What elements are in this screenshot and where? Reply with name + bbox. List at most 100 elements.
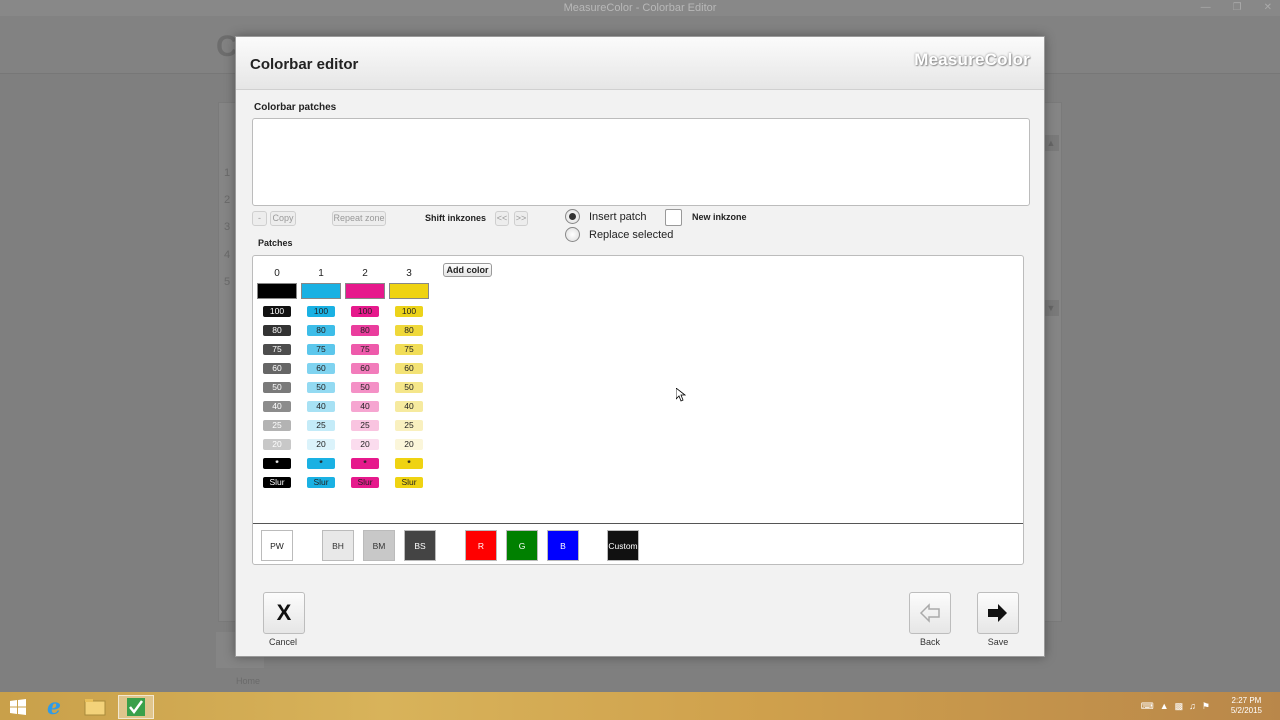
tint-patch-button[interactable]: 50 [307,382,335,393]
swatch-button-bh[interactable]: BH [322,530,354,561]
tint-patch-button[interactable]: 20 [395,439,423,450]
tint-patch-button[interactable]: 80 [307,325,335,336]
tint-patch-button[interactable]: 75 [351,344,379,355]
measurecolor-taskbar-button[interactable] [118,695,154,719]
color-header-swatch[interactable] [301,283,341,299]
star-patch-button[interactable]: * [263,458,291,469]
star-patch-button[interactable]: * [351,458,379,469]
insert-patch-radio[interactable] [565,209,580,224]
repeat-zone-button[interactable]: Repeat zone [332,211,386,226]
close-x-icon: X [276,600,292,625]
tint-patch-button[interactable]: 75 [263,344,291,355]
replace-selected-label: Replace selected [589,229,674,241]
slur-patch-button[interactable]: Slur [395,477,423,488]
restore-icon[interactable]: ❐ [1233,0,1242,16]
new-inkzone-checkbox[interactable] [665,209,682,226]
tint-patch-button[interactable]: 100 [351,306,379,317]
new-inkzone-label: New inkzone [692,212,747,222]
tint-patch-button[interactable]: 75 [395,344,423,355]
colorbar-patches-box[interactable] [252,118,1030,206]
tint-patch-button[interactable]: 25 [351,420,379,431]
background-row-number: 3 [224,221,231,233]
tint-patch-button[interactable]: 40 [395,401,423,412]
slur-patch-button[interactable]: Slur [351,477,379,488]
tint-patch-button[interactable]: 60 [263,363,291,374]
swatch-button-pw[interactable]: PW [261,530,293,561]
tint-patch-button[interactable]: 25 [395,420,423,431]
add-color-button[interactable]: Add color [443,263,492,277]
tint-patch-button[interactable]: 60 [351,363,379,374]
shift-right-button[interactable]: >> [514,211,528,226]
swatch-button-bm[interactable]: BM [363,530,395,561]
tint-patch-button[interactable]: 40 [351,401,379,412]
swatch-button-bs[interactable]: BS [404,530,436,561]
color-header-swatch[interactable] [389,283,429,299]
tint-patch-button[interactable]: 20 [307,439,335,450]
start-button[interactable] [0,695,36,719]
tint-patch-button[interactable]: 25 [307,420,335,431]
tint-patch-button[interactable]: 80 [395,325,423,336]
tint-patch-button[interactable]: 80 [263,325,291,336]
swatch-button-g[interactable]: G [506,530,538,561]
tint-patch-button[interactable]: 60 [395,363,423,374]
tint-patch-button[interactable]: 50 [263,382,291,393]
tint-patch-button[interactable]: 80 [351,325,379,336]
color-header-swatch[interactable] [345,283,385,299]
volume-icon[interactable]: ♫ [1189,701,1196,711]
window-title: MeasureColor - Colorbar Editor [563,2,717,14]
tint-patch-button[interactable]: 60 [307,363,335,374]
shift-inkzones-label: Shift inkzones [425,213,487,223]
background-row-number: 2 [224,194,231,206]
replace-selected-radio[interactable] [565,227,580,242]
scroll-up-icon: ▲ [1043,135,1059,151]
shift-left-button[interactable]: << [495,211,509,226]
tint-patch-button[interactable]: 50 [395,382,423,393]
scroll-down-icon: ▼ [1043,300,1059,316]
window-titlebar: MeasureColor - Colorbar Editor [0,0,1280,16]
insert-patch-label: Insert patch [589,211,647,223]
flag-icon[interactable]: ⚑ [1202,701,1210,712]
internet-explorer-button[interactable]: e [36,694,72,720]
keyboard-icon[interactable]: ⌨ [1141,701,1154,712]
swatch-button-custom[interactable]: Custom [607,530,639,561]
tint-patch-button[interactable]: 100 [395,306,423,317]
tint-patch-button[interactable]: 100 [263,306,291,317]
tint-patch-button[interactable]: 25 [263,420,291,431]
minimize-icon[interactable]: — [1201,0,1211,16]
swatch-button-b[interactable]: B [547,530,579,561]
swatch-divider [253,523,1023,524]
swatch-button-r[interactable]: R [465,530,497,561]
window-controls: — ❐ ✕ [1201,0,1272,16]
tint-patch-button[interactable]: 20 [351,439,379,450]
network-icon[interactable]: ▩ [1175,701,1184,712]
remove-button[interactable]: - [252,211,267,226]
background-row-number: 4 [224,249,231,261]
internet-explorer-icon: e [47,694,61,720]
star-patch-button[interactable]: * [395,458,423,469]
tint-patch-button[interactable]: 40 [263,401,291,412]
star-patch-button[interactable]: * [307,458,335,469]
background-row-number: 1 [224,167,231,179]
cancel-button[interactable]: X [263,592,305,634]
patches-panel: 0 100 80 75 60 50 40 25 20 * Slur 1 100 80 75 60 50 40 25 2… [252,255,1024,565]
save-button[interactable] [977,592,1019,634]
copy-button[interactable]: Copy [270,211,296,226]
show-hidden-icons-icon[interactable]: ▲ [1160,701,1169,711]
slur-patch-button[interactable]: Slur [307,477,335,488]
tint-patch-button[interactable]: 20 [263,439,291,450]
tint-patch-button[interactable]: 50 [351,382,379,393]
home-label: Home [236,676,261,686]
close-icon[interactable]: ✕ [1264,0,1272,16]
clock-time: 2:27 PM [1231,696,1262,705]
column-index-label: 1 [318,268,324,279]
back-button[interactable] [909,592,951,634]
color-header-swatch[interactable] [257,283,297,299]
file-explorer-button[interactable] [77,695,113,719]
tint-patch-button[interactable]: 75 [307,344,335,355]
folder-icon [84,699,106,716]
colorbar-patches-label: Colorbar patches [254,102,337,113]
slur-patch-button[interactable]: Slur [263,477,291,488]
tint-patch-button[interactable]: 40 [307,401,335,412]
taskbar-clock[interactable]: 2:27 PM 5/2/2015 [1231,696,1262,716]
tint-patch-button[interactable]: 100 [307,306,335,317]
